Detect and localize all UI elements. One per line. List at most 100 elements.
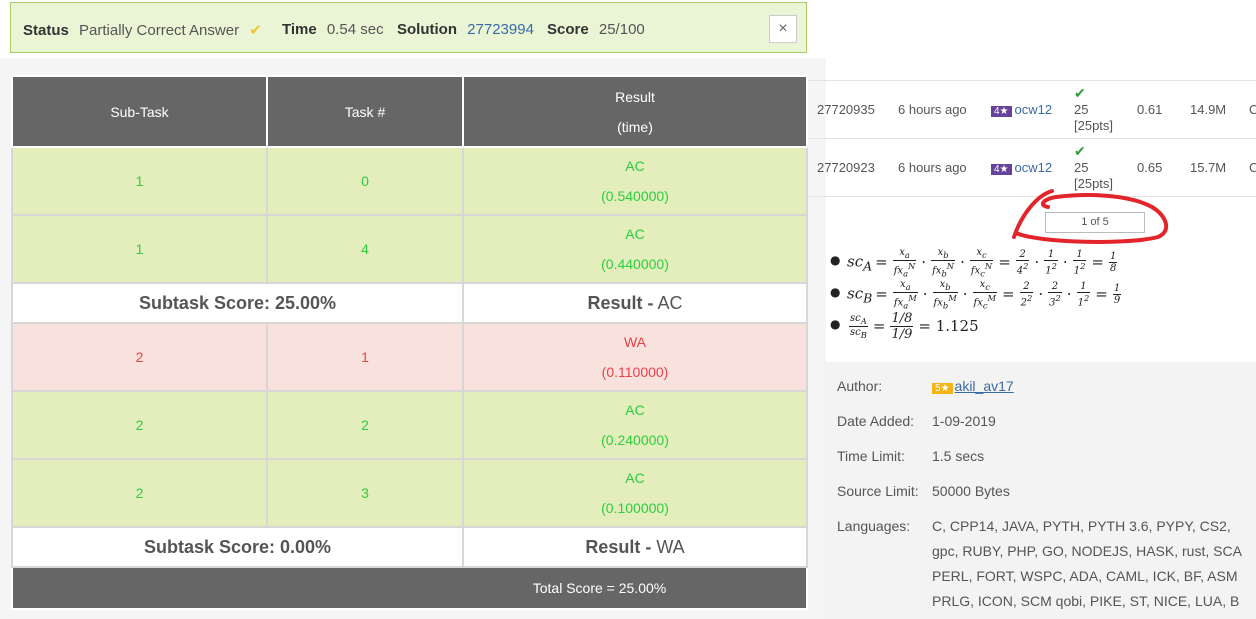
solution-label: Solution — [397, 21, 457, 38]
user-stars: 4★ — [991, 106, 1012, 117]
score-field: Score 25/100 — [547, 21, 645, 38]
time-label: Time — [282, 21, 317, 38]
subtask-score-row: Subtask Score: 0.00% Result - WA — [11, 526, 808, 568]
author-stars: 5★ — [932, 383, 953, 394]
fraction: 2 32 — [1048, 281, 1062, 309]
results-table: Sub-Task Task # Result (time) 1 0 AC (0.… — [11, 75, 808, 610]
languages-line: C, CPP14, JAVA, PYTH, PYTH 3.6, PYPY, CS… — [932, 518, 1231, 534]
time-limit-label: Time Limit: — [837, 448, 905, 464]
task-cell: 4 — [266, 214, 464, 284]
submission-points: [25pts] — [1074, 118, 1114, 133]
submission-id: 27720935 — [817, 102, 875, 117]
submission-memory: 15.7M — [1190, 160, 1227, 175]
fraction: xc fxcM — [972, 279, 998, 311]
submission-row: 27720923 6 hours ago 4★ ocw12 ✔ 25 [25pts… — [808, 139, 1256, 197]
result-den: 8 — [1109, 263, 1117, 275]
formula-sub: A — [863, 258, 873, 274]
formula-lhs: sc — [847, 284, 864, 303]
subtask-score: Subtask Score: 0.00% — [11, 526, 464, 568]
subtask-cell: 1 — [11, 214, 268, 284]
status-label: Status — [23, 22, 69, 39]
subtask-result: Result - WA — [462, 526, 808, 568]
status-field: Status Partially Correct Answer ✔ — [23, 21, 262, 39]
fraction: 2 22 — [1019, 281, 1034, 309]
run-time: (0.100000) — [601, 500, 669, 516]
subtask-header: Sub-Task — [11, 75, 268, 148]
table-row: 2 2 AC (0.240000) — [11, 390, 808, 460]
author-label: Author: — [837, 378, 883, 394]
subtask-cell: 2 — [11, 458, 268, 528]
table-row: 1 4 AC (0.440000) — [11, 214, 808, 284]
verdict: WA — [623, 334, 647, 350]
time-limit-value: 1.5 secs — [932, 448, 985, 464]
results-panel: Sub-Task Task # Result (time) 1 0 AC (0.… — [0, 58, 826, 619]
formula-scb: scB = xa fxaM · xb fxbM · xc fxcM = 2 22 · 2 32 · 1 12 = 1 9 — [847, 279, 1122, 311]
fraction: xb fxbN — [931, 247, 956, 279]
fraction: xa fxaN — [892, 247, 917, 279]
task-cell: 0 — [266, 146, 464, 216]
time-field: Time 0.54 sec — [282, 21, 384, 38]
result-num: 1 — [1108, 251, 1118, 264]
submission-user: 4★ ocw12 — [991, 102, 1052, 117]
user-stars: 4★ — [991, 164, 1012, 175]
subtask-score-row: Subtask Score: 25.00% Result - AC — [11, 282, 808, 324]
pagination[interactable]: 1 of 5 — [1045, 212, 1145, 233]
time-value: 0.54 sec — [326, 21, 384, 38]
result-cell: AC (0.440000) — [462, 214, 808, 284]
bullet: ● — [830, 285, 841, 299]
fraction: 1/8 1/9 — [890, 311, 914, 342]
solution-field: Solution 27723994 — [397, 21, 534, 38]
bullet: ● — [830, 253, 841, 267]
problem-info: Author: 5★ akil_av17 Date Added: 1-09-201… — [823, 362, 1256, 619]
submission-language: C — [1249, 160, 1256, 175]
score-label: Score — [547, 21, 589, 38]
fraction: scA scB — [849, 313, 868, 340]
source-limit-label: Source Limit: — [837, 483, 919, 499]
source-limit-value: 50000 Bytes — [932, 483, 1010, 499]
languages-line: gpc, RUBY, PHP, GO, NODEJS, HASK, rust, … — [932, 543, 1242, 559]
result-header: Result (time) — [462, 75, 808, 148]
formula-lhs: sc — [847, 252, 864, 271]
formula-sub: B — [863, 290, 873, 306]
submission-runtime: 0.65 — [1137, 160, 1163, 175]
result-den: 9 — [1113, 295, 1121, 307]
subtask-cell: 2 — [11, 390, 268, 460]
submission-row: 27720935 6 hours ago 4★ ocw12 ✔ 25 [25pts… — [808, 81, 1256, 139]
subtask-score-label: Subtask Score: 25.00% — [138, 292, 337, 313]
subtask-score-label: Subtask Score: 0.00% — [143, 536, 332, 557]
total-score: Total Score = 25.00% — [11, 566, 808, 610]
close-button[interactable]: × — [769, 15, 797, 43]
fraction: 19 — [1112, 283, 1122, 307]
verdict: AC — [625, 470, 645, 486]
task-header: Task # — [266, 75, 464, 148]
bullet: ● — [830, 317, 841, 331]
formula-sca: scA = xa fxaN · xb fxbN · xc fxcN = 2 42 · 1 12 · 1 12 = 1 8 — [847, 247, 1118, 279]
status-value: Partially Correct Answer — [79, 22, 240, 39]
result-num: 1 — [1112, 283, 1122, 296]
verdict: AC — [625, 158, 645, 174]
submission-score: 25 — [1074, 160, 1089, 175]
fraction: 2 42 — [1015, 249, 1030, 277]
date-value: 1-09-2019 — [932, 413, 996, 429]
user-link[interactable]: ocw12 — [1015, 102, 1053, 117]
total-score-label: Total Score = 25.00% — [532, 580, 667, 596]
user-link[interactable]: ocw12 — [1015, 160, 1053, 175]
subtask-result-value: AC — [657, 292, 683, 313]
languages-label: Languages: — [837, 518, 911, 534]
author-link[interactable]: akil_av17 — [955, 378, 1014, 394]
submission-id: 27720923 — [817, 160, 875, 175]
submission-memory: 14.9M — [1190, 102, 1227, 117]
fraction: 1 12 — [1076, 281, 1091, 309]
subtask-result-value: WA — [656, 536, 685, 557]
solution-link[interactable]: 27723994 — [467, 21, 534, 38]
result-cell: AC (0.240000) — [462, 390, 808, 460]
task-cell: 2 — [266, 390, 464, 460]
table-row: 2 3 AC (0.100000) — [11, 458, 808, 528]
result-header-label: Result — [615, 88, 655, 105]
subtask-result: Result - AC — [462, 282, 808, 324]
table-row: 2 1 WA (0.110000) — [11, 322, 808, 392]
total-score-row: Total Score = 25.00% — [11, 566, 808, 610]
score-value: 25/100 — [598, 21, 645, 38]
submission-time-ago: 6 hours ago — [898, 160, 967, 175]
fraction: xb fxbM — [932, 279, 958, 311]
